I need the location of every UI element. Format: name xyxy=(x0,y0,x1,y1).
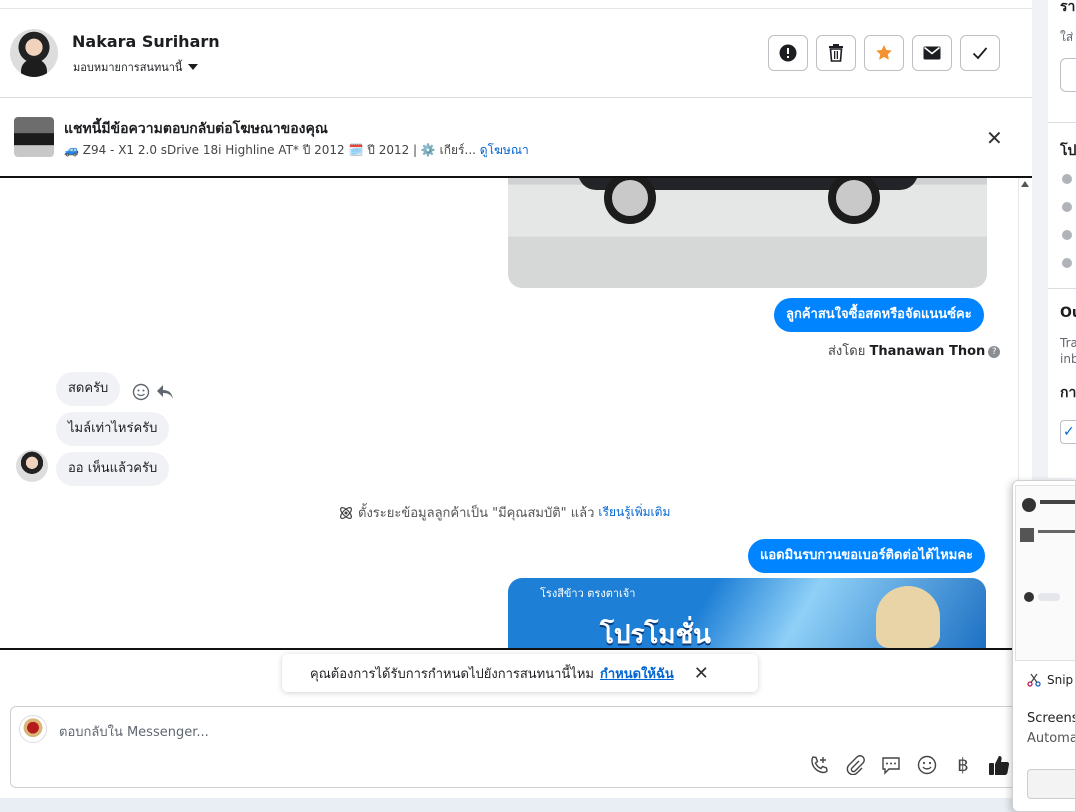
scissors-icon xyxy=(1027,673,1041,687)
panel-heading: โป xyxy=(1060,143,1076,159)
atom-icon xyxy=(340,506,352,519)
assign-label: มอบหมายการสนทนานี้ xyxy=(73,61,183,74)
page-avatar xyxy=(19,715,47,743)
panel-subtext: inb xyxy=(1060,352,1076,366)
reply-composer: ตอบกลับใน Messenger... ฿ xyxy=(10,706,1020,788)
promo-brand: โรงสีข้าว ตรงตาเจ้า xyxy=(540,587,636,600)
car-wheel xyxy=(604,178,656,224)
conversation-header: Nakara Suriharn มอบหมายการสนทนานี้ xyxy=(0,9,1032,98)
car-wheel xyxy=(828,178,880,224)
location-pin-icon xyxy=(1062,230,1072,240)
envelope-icon xyxy=(923,46,941,60)
incoming-message[interactable]: ออ เห็นแล้วครับ xyxy=(56,452,170,486)
message-list[interactable]: ลูกค้าสนใจซื้อสดหรือจัดแนนซ์คะ ส่งโดย Th… xyxy=(0,178,1032,650)
thumbnail-line xyxy=(1040,500,1075,504)
thumbnail-ad xyxy=(1020,528,1034,542)
sent-by-prefix: ส่งโดย xyxy=(828,344,866,359)
thumbnail-bubble xyxy=(1038,593,1060,601)
learn-more-link[interactable]: เรียนรู้เพิ่มเติม xyxy=(598,503,670,522)
rice-bag-image xyxy=(876,586,940,648)
ad-description: 🚙 Z94 - X1 2.0 sDrive 18i Highline AT* ป… xyxy=(64,143,476,157)
thumbnail-line xyxy=(1038,530,1075,533)
panel-input[interactable] xyxy=(1060,58,1076,92)
delete-button[interactable] xyxy=(816,35,856,71)
ad-banner-subtitle: 🚙 Z94 - X1 2.0 sDrive 18i Highline AT* ป… xyxy=(64,141,529,160)
saved-reply-icon[interactable] xyxy=(879,753,903,777)
system-note: ตั้งระยะข้อมูลลูกค้าเป็น "มีคุณสมบัติ" แ… xyxy=(338,502,670,523)
snip-action-button[interactable] xyxy=(1027,769,1075,799)
mark-unread-button[interactable] xyxy=(912,35,952,71)
reply-arrow-icon[interactable] xyxy=(156,384,174,400)
panel-heading: กา xyxy=(1060,385,1076,401)
snip-notification[interactable]: Snip Screensh Automa xyxy=(1012,480,1076,812)
panel-subtext: ใส่ xyxy=(1060,30,1074,44)
chevron-down-icon xyxy=(188,64,199,70)
ad-thumbnail[interactable] xyxy=(14,117,54,157)
panel-divider xyxy=(1048,122,1076,123)
snip-app-name: Snip xyxy=(1047,673,1074,687)
star-button[interactable] xyxy=(864,35,904,71)
contact-avatar[interactable] xyxy=(10,29,58,77)
scroll-up-icon[interactable] xyxy=(1021,181,1029,187)
screenshot-thumbnail[interactable] xyxy=(1015,485,1075,661)
suggestion-text: คุณต้องการได้รับการกำหนดไปยังการสนทนานี้… xyxy=(310,666,594,682)
mark-done-button[interactable] xyxy=(960,35,1000,71)
attachment-icon[interactable] xyxy=(843,753,867,777)
car-photo-attachment[interactable] xyxy=(508,178,987,288)
snip-subtitle: Automa xyxy=(1027,731,1076,746)
panel-subtext: Tra xyxy=(1060,336,1076,350)
contact-name[interactable]: Nakara Suriharn xyxy=(72,32,220,51)
assign-to-me-link[interactable]: กำหนดให้ฉัน xyxy=(600,663,674,684)
composer-toolbar: ฿ xyxy=(807,753,1011,777)
help-icon[interactable]: ? xyxy=(988,346,1001,358)
emoji-reaction-icon[interactable] xyxy=(132,383,150,401)
emoji-icon[interactable] xyxy=(915,753,939,777)
clock-icon xyxy=(1062,174,1072,184)
trash-icon xyxy=(829,44,843,62)
bottom-strip xyxy=(0,798,1032,812)
incoming-message[interactable]: ไมล์เท่าไหร่ครับ xyxy=(56,412,170,446)
outgoing-message[interactable]: แอดมินรบกวนขอเบอร์ติดต่อได้ไหมคะ xyxy=(748,539,986,573)
view-ad-link[interactable]: ดูโฆษณา xyxy=(480,143,529,157)
star-icon xyxy=(876,45,892,60)
thumbnail-avatar xyxy=(1024,592,1034,602)
ad-banner-title: แชทนี้มีข้อความตอบกลับต่อโฆษณาของคุณ xyxy=(64,121,328,137)
alert-icon xyxy=(779,44,797,62)
snip-app-label: Snip xyxy=(1027,673,1073,687)
incoming-message[interactable]: สดครับ xyxy=(56,372,121,406)
outgoing-message[interactable]: ลูกค้าสนใจซื้อสดหรือจัดแนนซ์คะ xyxy=(774,298,984,332)
reply-input[interactable]: ตอบกลับใน Messenger... xyxy=(59,721,209,742)
call-add-icon[interactable] xyxy=(807,753,831,777)
assign-suggestion-toast: คุณต้องการได้รับการกำหนดไปยังการสนทนานี้… xyxy=(282,654,758,692)
promo-headline: โปรโมชั่น xyxy=(600,620,711,650)
chat-pane: Nakara Suriharn มอบหมายการสนทนานี้ แชทนี… xyxy=(0,0,1032,812)
thumbs-up-icon[interactable] xyxy=(987,753,1011,777)
panel-heading: Ou xyxy=(1060,305,1076,321)
mark-spam-button[interactable] xyxy=(768,35,808,71)
baht-payment-icon[interactable]: ฿ xyxy=(951,753,975,777)
thumbnail-avatar xyxy=(1022,498,1036,512)
car-icon xyxy=(1062,202,1072,212)
close-icon[interactable]: ✕ xyxy=(694,663,709,684)
panel-divider xyxy=(1048,288,1076,289)
checkmark-icon[interactable]: ✓ xyxy=(1060,420,1076,444)
assign-dropdown[interactable]: มอบหมายการสนทนานี้ xyxy=(73,58,199,76)
checkmark-icon xyxy=(972,47,988,60)
location-pin-icon xyxy=(1062,258,1072,268)
close-icon[interactable]: ✕ xyxy=(986,128,1003,148)
snip-title: Screensh xyxy=(1027,711,1075,726)
panel-heading: รา xyxy=(1060,0,1076,15)
contact-avatar-small[interactable] xyxy=(16,450,48,482)
promo-image-attachment[interactable]: โรงสีข้าว ตรงตาเจ้า โปรโมชั่น xyxy=(508,578,986,650)
system-note-text: ตั้งระยะข้อมูลลูกค้าเป็น "มีคุณสมบัติ" แ… xyxy=(358,506,595,521)
ad-reply-banner: แชทนี้มีข้อความตอบกลับต่อโฆษณาของคุณ 🚙 Z… xyxy=(0,98,1032,178)
message-actions xyxy=(132,383,174,401)
sent-by-label: ส่งโดย Thanawan Thon? xyxy=(828,340,1001,361)
sent-by-name: Thanawan Thon xyxy=(869,344,986,359)
